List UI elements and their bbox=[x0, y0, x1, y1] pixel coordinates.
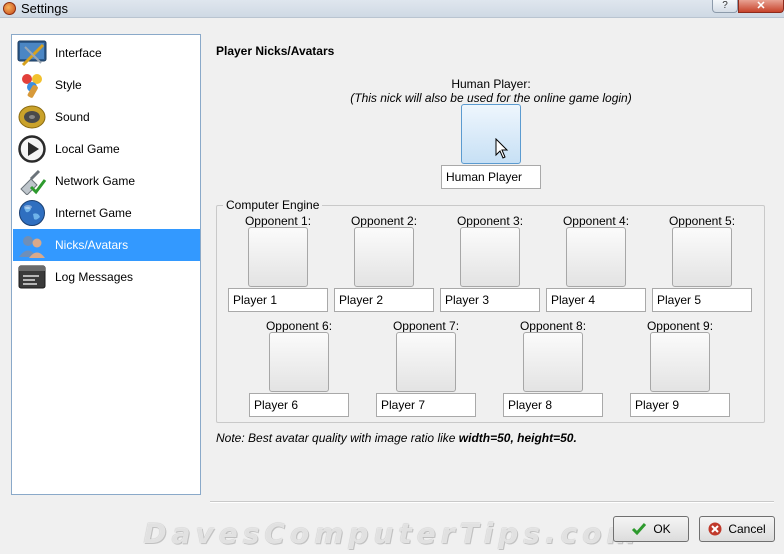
opponent-3-avatar-button[interactable] bbox=[460, 227, 520, 287]
opponent-9-label: Opponent 9: bbox=[646, 319, 714, 333]
sidebar-item-internet-game[interactable]: Internet Game bbox=[13, 197, 200, 229]
opponent-8-nick-input[interactable] bbox=[503, 393, 603, 417]
opponent-7-avatar-button[interactable] bbox=[396, 332, 456, 392]
opponent-4-label: Opponent 4: bbox=[562, 214, 630, 228]
sidebar-item-label: Style bbox=[55, 78, 82, 92]
help-button[interactable]: ? bbox=[712, 0, 738, 13]
opponent-1-label: Opponent 1: bbox=[244, 214, 312, 228]
human-avatar-button[interactable] bbox=[461, 104, 521, 164]
cancel-x-icon bbox=[708, 522, 722, 536]
opponent-7-label: Opponent 7: bbox=[392, 319, 460, 333]
opponent-6-label: Opponent 6: bbox=[265, 319, 333, 333]
window-title: Settings bbox=[21, 1, 68, 16]
note-emphasis: width=50, height=50. bbox=[458, 431, 577, 445]
sidebar-item-label: Nicks/Avatars bbox=[55, 238, 129, 252]
opponent-5-label: Opponent 5: bbox=[668, 214, 736, 228]
page-title: Player Nicks/Avatars bbox=[216, 44, 335, 58]
checkmark-icon bbox=[631, 522, 647, 536]
sidebar-item-label: Network Game bbox=[55, 174, 136, 188]
sound-icon bbox=[16, 102, 48, 132]
sidebar-item-nicks-avatars[interactable]: Nicks/Avatars bbox=[13, 229, 200, 261]
opponent-3-nick-input[interactable] bbox=[440, 288, 540, 312]
opponent-8-avatar-button[interactable] bbox=[523, 332, 583, 392]
computer-engine-legend: Computer Engine bbox=[223, 198, 323, 212]
sidebar-item-interface[interactable]: Interface bbox=[13, 37, 200, 69]
mouse-cursor-icon bbox=[495, 138, 509, 159]
cancel-label: Cancel bbox=[728, 522, 766, 536]
opponent-6-avatar-button[interactable] bbox=[269, 332, 329, 392]
interface-icon bbox=[16, 38, 48, 68]
human-nick-input[interactable] bbox=[441, 165, 541, 189]
opponent-9-nick-input[interactable] bbox=[630, 393, 730, 417]
cancel-button[interactable]: Cancel bbox=[699, 516, 775, 542]
avatar-quality-note: Note: Best avatar quality with image rat… bbox=[216, 431, 577, 445]
opponent-2-nick-input[interactable] bbox=[334, 288, 434, 312]
sidebar-item-local-game[interactable]: Local Game bbox=[13, 133, 200, 165]
opponent-1-avatar-button[interactable] bbox=[248, 227, 308, 287]
opponent-2-label: Opponent 2: bbox=[350, 214, 418, 228]
settings-category-list: Interface Style Sound Local Game Network… bbox=[11, 34, 201, 495]
sidebar-item-sound[interactable]: Sound bbox=[13, 101, 200, 133]
sidebar-item-label: Log Messages bbox=[55, 270, 134, 284]
sidebar-item-style[interactable]: Style bbox=[13, 69, 200, 101]
footer-divider bbox=[210, 501, 774, 503]
title-bar: Settings ? ✕ bbox=[0, 0, 784, 18]
style-icon bbox=[16, 70, 48, 100]
opponent-3-label: Opponent 3: bbox=[456, 214, 524, 228]
opponent-5-nick-input[interactable] bbox=[652, 288, 752, 312]
users-icon bbox=[16, 230, 48, 260]
sidebar-item-log-messages[interactable]: Log Messages bbox=[13, 261, 200, 293]
opponent-6-nick-input[interactable] bbox=[249, 393, 349, 417]
opponent-2-avatar-button[interactable] bbox=[354, 227, 414, 287]
note-text: Note: Best avatar quality with image rat… bbox=[216, 431, 459, 445]
sidebar-item-label: Sound bbox=[55, 110, 90, 124]
human-player-label: Human Player: bbox=[451, 77, 531, 91]
network-icon bbox=[16, 166, 48, 196]
sidebar-item-network-game[interactable]: Network Game bbox=[13, 165, 200, 197]
opponent-9-avatar-button[interactable] bbox=[650, 332, 710, 392]
sidebar-item-label: Internet Game bbox=[55, 206, 132, 220]
ok-button[interactable]: OK bbox=[613, 516, 689, 542]
opponent-4-avatar-button[interactable] bbox=[566, 227, 626, 287]
close-button[interactable]: ✕ bbox=[738, 0, 784, 13]
opponent-1-nick-input[interactable] bbox=[228, 288, 328, 312]
globe-icon bbox=[16, 198, 48, 228]
sidebar-item-label: Interface bbox=[55, 46, 102, 60]
opponent-8-label: Opponent 8: bbox=[519, 319, 587, 333]
opponent-4-nick-input[interactable] bbox=[546, 288, 646, 312]
sidebar-item-label: Local Game bbox=[55, 142, 120, 156]
human-player-note: (This nick will also be used for the onl… bbox=[350, 91, 632, 105]
play-icon bbox=[16, 134, 48, 164]
log-icon bbox=[16, 262, 48, 292]
opponent-7-nick-input[interactable] bbox=[376, 393, 476, 417]
opponent-5-avatar-button[interactable] bbox=[672, 227, 732, 287]
app-icon bbox=[3, 2, 16, 15]
ok-label: OK bbox=[653, 522, 671, 536]
